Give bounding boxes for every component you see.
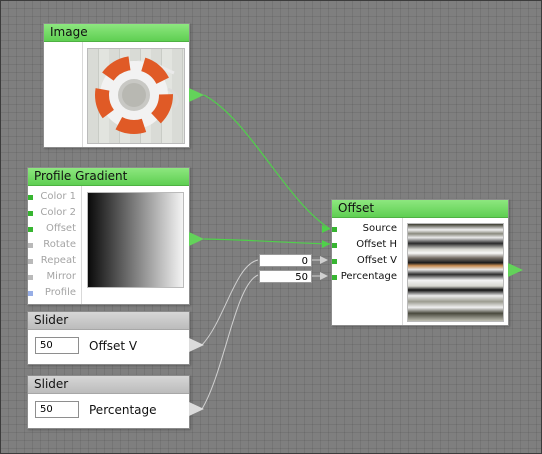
slider-percentage-node[interactable]: Slider Percentage	[27, 375, 190, 429]
profile-gradient-node[interactable]: Profile Gradient Color 1 Color 2 Offset …	[27, 167, 190, 305]
image-thumbnail	[87, 48, 185, 144]
offset-v-value[interactable]: 0	[259, 254, 312, 267]
slider-offset-v-title[interactable]: Slider	[28, 312, 189, 330]
image-node[interactable]: Image	[43, 23, 190, 148]
port-mirror[interactable]: Mirror	[28, 270, 76, 284]
port-offset-v[interactable]: Offset V	[332, 254, 397, 268]
image-output-port[interactable]	[189, 88, 204, 102]
slider-offset-v-node[interactable]: Slider Offset V	[27, 311, 190, 365]
port-offset-h[interactable]: Offset H	[332, 238, 397, 252]
slider-percentage-title[interactable]: Slider	[28, 376, 189, 394]
port-offset[interactable]: Offset	[28, 222, 76, 236]
image-node-port-column	[44, 42, 83, 147]
percentage-value[interactable]: 50	[259, 270, 312, 283]
port-rotate[interactable]: Rotate	[28, 238, 76, 252]
wire-gradient-to-offset-h	[203, 238, 331, 245]
offset-node-title[interactable]: Offset	[332, 200, 508, 218]
slider-percentage-label: Percentage	[89, 403, 157, 417]
offset-output-port[interactable]	[508, 263, 523, 277]
slider-percentage-input[interactable]	[35, 401, 79, 418]
offset-node[interactable]: Offset Source Offset H Offset V Percenta…	[331, 199, 509, 326]
port-source[interactable]: Source	[332, 222, 397, 236]
port-color-2[interactable]: Color 2	[28, 206, 76, 220]
port-profile[interactable]: Profile	[28, 286, 76, 300]
port-color-1[interactable]: Color 1	[28, 190, 76, 204]
port-percentage[interactable]: Percentage	[332, 270, 397, 284]
slider-offset-v-input[interactable]	[35, 337, 79, 354]
slider-offset-v-output-port[interactable]	[189, 338, 204, 352]
gradient-preview	[87, 192, 184, 288]
profile-gradient-node-title[interactable]: Profile Gradient	[28, 168, 189, 186]
profile-gradient-output-port[interactable]	[189, 232, 204, 246]
slider-offset-v-label: Offset V	[89, 339, 138, 353]
image-node-title[interactable]: Image	[44, 24, 189, 42]
offset-preview	[407, 223, 504, 322]
port-repeat[interactable]: Repeat	[28, 254, 76, 268]
slider-percentage-output-port[interactable]	[189, 402, 204, 416]
wire-image-to-source	[203, 94, 331, 230]
